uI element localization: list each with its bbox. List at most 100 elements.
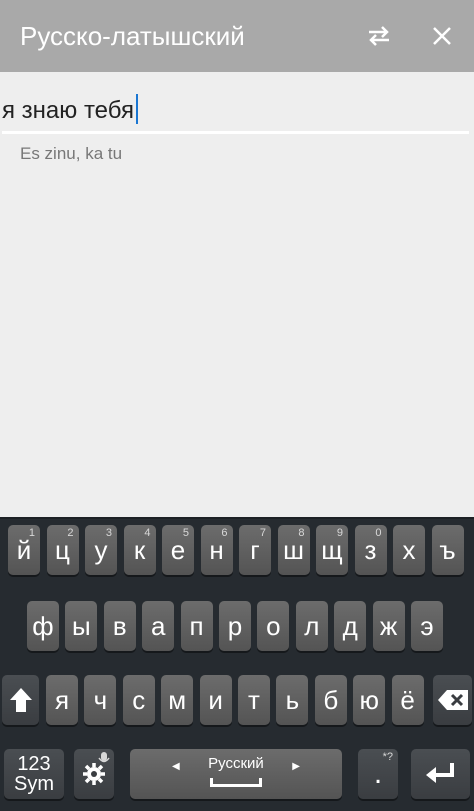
key-12-row1[interactable]: ъ [431,525,464,575]
key-9-row1-hint: 9 [336,527,343,539]
settings-key[interactable] [74,749,114,799]
key-2-row1[interactable]: 2ц [46,525,79,575]
key-10-row1[interactable]: 0з [354,525,387,575]
space-key[interactable]: ◀ Русский ▶ [130,749,342,799]
key-7-row1[interactable]: 7г [239,525,271,575]
key-4-row2[interactable]: а [142,601,175,651]
close-icon [433,27,451,45]
key-11-row2[interactable]: э [411,601,443,651]
key-10-row1-label: з [364,534,377,565]
enter-icon [425,763,454,783]
app-title: Русско-латышский [20,21,245,51]
close-button[interactable] [425,20,459,52]
key-3-row1-hint: 3 [105,527,112,539]
key-6-row2[interactable]: р [219,601,251,651]
text-caret [135,94,138,124]
enter-key[interactable] [411,749,470,799]
key-5-row2-label: п [189,610,204,641]
key-9-row3-label: ю [359,684,379,715]
key-2-row3[interactable]: ч [84,675,117,725]
shift-key[interactable] [2,675,39,725]
key-1-row3[interactable]: я [46,675,78,725]
translation-input[interactable]: я знаю тебя [0,72,474,134]
key-7-row1-hint: 7 [259,527,266,539]
symbols-key[interactable]: 123 Sym [4,749,64,799]
period-key[interactable]: *? . [358,749,398,799]
translation-result: Es zinu, ka tu [20,144,123,163]
key-3-row2[interactable]: в [103,601,136,651]
key-6-row1-hint: 6 [221,527,228,539]
key-7-row2[interactable]: о [257,601,290,651]
key-3-row2-label: в [112,610,127,641]
key-1-row2[interactable]: ф [27,601,59,651]
key-6-row2-label: р [227,610,243,641]
app-bar: Русско-латышский [0,0,474,72]
key-5-row1[interactable]: 5е [162,525,194,575]
period-hint: *? [382,751,393,763]
key-1-row2-label: ф [32,610,54,641]
key-7-row3-label: ь [285,684,300,715]
key-2-row2[interactable]: ы [65,601,98,651]
key-9-row2-label: д [342,610,358,641]
key-9-row3[interactable]: ю [353,675,386,725]
key-11-row2-label: э [420,610,434,641]
key-8-row3[interactable]: б [314,675,347,725]
key-8-row1-hint: 8 [298,527,305,539]
swap-languages-button[interactable] [362,20,396,52]
key-3-row1-label: у [94,534,108,565]
key-1-row1-label: й [16,534,32,565]
input-text-field[interactable]: я знаю тебя [2,94,138,126]
key-4-row2-label: а [150,610,166,641]
symbols-label-123: 123 [17,753,51,775]
space-language-label: Русский [208,755,264,772]
language-right-arrow-icon: ▶ [292,761,300,772]
key-2-row1-hint: 2 [67,527,74,539]
key-10-row1-hint: 0 [375,527,382,539]
key-8-row1[interactable]: 8ш [277,525,310,575]
key-3-row3[interactable]: с [122,675,155,725]
key-8-row2[interactable]: л [295,601,328,651]
key-5-row3-label: и [208,684,223,715]
key-7-row1-label: г [250,534,260,565]
backspace-key[interactable] [433,675,472,725]
key-9-row1-label: щ [321,534,343,565]
key-6-row3[interactable]: т [238,675,270,725]
key-1-row1-hint: 1 [28,527,35,539]
key-9-row1[interactable]: 9щ [316,525,348,575]
key-5-row1-hint: 5 [182,527,189,539]
key-1-row1[interactable]: 1й [8,525,40,575]
key-10-row3-label: ё [400,684,415,715]
key-12-row1-label: ъ [439,534,456,565]
key-5-row3[interactable]: и [199,675,232,725]
input-text: я знаю тебя [2,97,134,124]
key-6-row1[interactable]: 6н [200,525,233,575]
key-6-row1-label: н [209,534,224,565]
key-8-row1-label: ш [283,534,304,565]
space-bar-icon [210,778,262,787]
key-6-row3-label: т [248,684,260,715]
key-4-row3[interactable]: м [161,675,194,725]
key-4-row1[interactable]: 4к [123,525,156,575]
key-2-row3-label: ч [93,684,108,715]
key-10-row2-label: ж [379,610,398,641]
key-2-row2-label: ы [72,610,91,641]
key-1-row3-label: я [54,684,70,715]
key-3-row1[interactable]: 3у [85,525,117,575]
onscreen-keyboard: 123 Sym ◀ Русский ▶ *? . 1й2ц3у4к5е6н7г8… [0,517,474,811]
key-3-row3-label: с [132,684,146,715]
symbols-label-sym: Sym [14,773,54,795]
shift-icon [9,688,32,712]
input-underline [2,131,469,134]
key-5-row1-label: е [170,534,186,565]
key-8-row2-label: л [304,610,320,641]
key-7-row3[interactable]: ь [276,675,309,725]
key-11-row1[interactable]: х [393,525,425,575]
key-5-row2[interactable]: п [180,601,213,651]
key-4-row3-label: м [168,684,187,715]
key-10-row2[interactable]: ж [372,601,405,651]
period-label: . [373,757,383,790]
key-9-row2[interactable]: д [334,601,367,651]
key-10-row3[interactable]: ё [391,675,424,725]
backspace-icon [437,690,468,710]
swap-arrows-icon [369,26,389,46]
